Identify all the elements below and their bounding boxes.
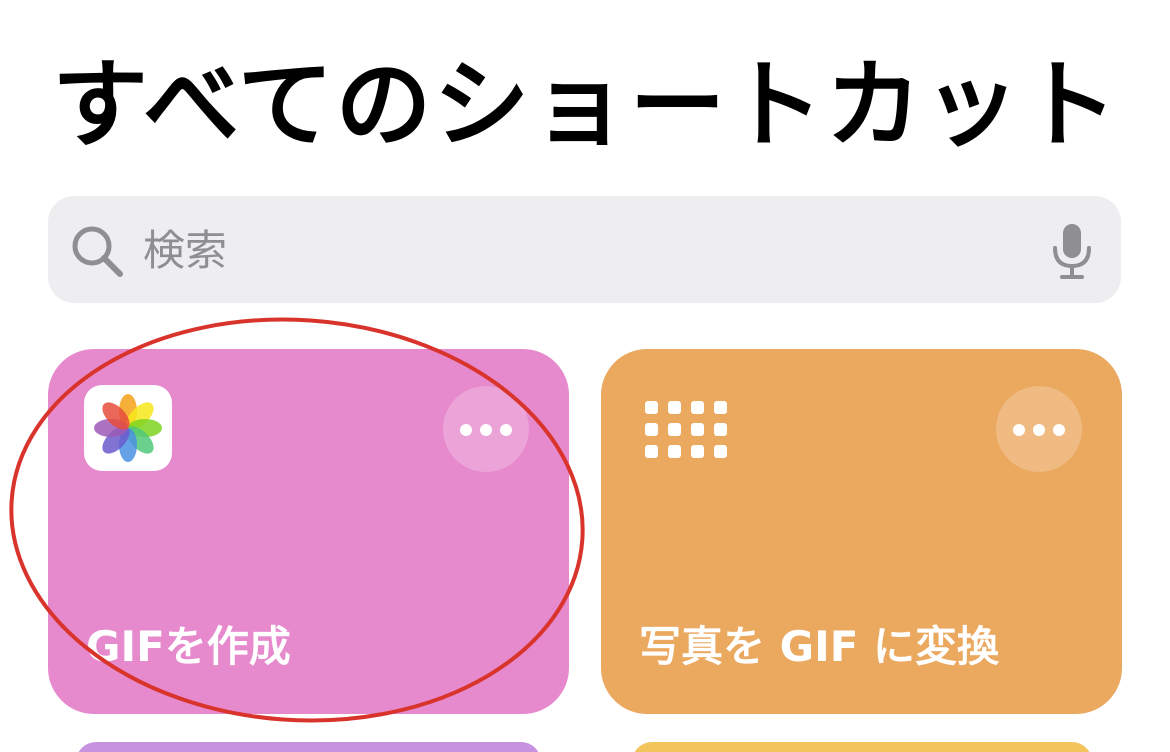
ellipsis-icon (1053, 424, 1065, 436)
shortcut-label: GIFを作成 (86, 622, 291, 671)
ellipsis-icon (480, 424, 492, 436)
shortcuts-screen: すべてのショートカット 検索 GIFを作成 写真を GIF に変換 (0, 0, 1170, 752)
photos-app-icon (84, 385, 172, 471)
grid-icon (645, 401, 727, 458)
page-title: すべてのショートカット (52, 49, 1120, 161)
shortcut-card-partial[interactable] (76, 742, 541, 752)
more-button[interactable] (996, 386, 1082, 472)
shortcut-card-photos-to-gif[interactable]: 写真を GIF に変換 (601, 349, 1122, 714)
shortcut-card-partial[interactable] (632, 742, 1092, 752)
search-icon (72, 226, 123, 277)
shortcut-card-make-gif[interactable]: GIFを作成 (48, 349, 569, 714)
microphone-icon[interactable] (1050, 222, 1094, 280)
more-button[interactable] (443, 386, 529, 472)
search-input[interactable] (143, 220, 1003, 280)
ellipsis-icon (460, 424, 472, 436)
ellipsis-icon (1033, 424, 1045, 436)
shortcut-label: 写真を GIF に変換 (639, 622, 1000, 671)
ellipsis-icon (1013, 424, 1025, 436)
ellipsis-icon (500, 424, 512, 436)
